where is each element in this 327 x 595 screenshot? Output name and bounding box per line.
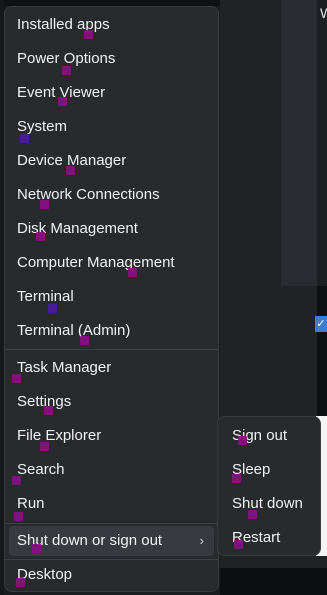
annotation-marker xyxy=(48,304,57,313)
menu-divider xyxy=(5,523,218,524)
background-panel-strip xyxy=(281,0,317,286)
annotation-marker xyxy=(40,200,49,209)
background-panel-edge-lower xyxy=(317,286,327,416)
shut-down-submenu: Sign out Sleep Shut down Restart xyxy=(217,416,321,556)
menu-item-label: Search xyxy=(17,461,65,478)
annotation-marker xyxy=(232,474,241,483)
menu-item-search[interactable]: Search xyxy=(9,455,214,485)
menu-item-label: Power Options xyxy=(17,50,116,67)
annotation-marker xyxy=(128,268,137,277)
menu-item-label: Installed apps xyxy=(17,16,110,33)
chevron-right-icon: › xyxy=(199,533,204,548)
background-panel-edge xyxy=(317,0,327,286)
menu-item-label: Terminal xyxy=(17,288,74,305)
background-corner-text: W xyxy=(320,5,327,21)
annotation-marker xyxy=(84,30,93,39)
menu-item-desktop[interactable]: Desktop xyxy=(9,560,214,590)
annotation-marker xyxy=(36,232,45,241)
menu-item-installed-apps[interactable]: Installed apps xyxy=(9,10,214,40)
annotation-marker xyxy=(234,540,243,549)
menu-item-power-options[interactable]: Power Options xyxy=(9,44,214,74)
menu-item-label: Task Manager xyxy=(17,359,112,376)
submenu-item-sign-out[interactable]: Sign out xyxy=(222,421,316,451)
annotation-marker xyxy=(66,166,75,175)
menu-item-label: Network Connections xyxy=(17,186,160,203)
annotation-marker xyxy=(80,336,89,345)
submenu-item-label: Shut down xyxy=(232,495,303,512)
annotation-marker xyxy=(12,374,21,383)
annotation-marker xyxy=(32,544,41,553)
menu-item-settings[interactable]: Settings xyxy=(9,387,214,417)
annotation-marker xyxy=(14,512,23,521)
annotation-marker xyxy=(12,476,21,485)
background-checkbox: ✓ xyxy=(315,316,327,332)
menu-item-label: Run xyxy=(17,495,45,512)
annotation-marker xyxy=(62,66,71,75)
menu-item-system[interactable]: System xyxy=(9,112,214,142)
menu-item-device-manager[interactable]: Device Manager xyxy=(9,146,214,176)
annotation-marker xyxy=(248,510,257,519)
annotation-marker xyxy=(16,578,25,587)
quick-link-menu: Installed apps Power Options Event Viewe… xyxy=(4,6,219,592)
background-bottom xyxy=(220,568,327,595)
menu-item-terminal-admin[interactable]: Terminal (Admin) xyxy=(9,316,214,346)
annotation-marker xyxy=(40,442,49,451)
annotation-marker xyxy=(20,134,29,143)
annotation-marker xyxy=(238,436,247,445)
menu-item-computer-management[interactable]: Computer Management xyxy=(9,248,214,278)
menu-item-label: Computer Management xyxy=(17,254,175,271)
submenu-item-shut-down[interactable]: Shut down xyxy=(222,489,316,519)
menu-item-label: Desktop xyxy=(17,566,73,583)
menu-item-run[interactable]: Run xyxy=(9,489,214,519)
annotation-marker xyxy=(58,97,67,106)
menu-item-label: Terminal (Admin) xyxy=(17,322,131,339)
menu-divider xyxy=(5,349,218,350)
menu-item-label: File Explorer xyxy=(17,427,102,444)
menu-item-event-viewer[interactable]: Event Viewer xyxy=(9,78,214,108)
menu-item-label: System xyxy=(17,118,68,135)
annotation-marker xyxy=(44,406,53,415)
menu-item-task-manager[interactable]: Task Manager xyxy=(9,353,214,383)
menu-item-terminal[interactable]: Terminal xyxy=(9,282,214,312)
